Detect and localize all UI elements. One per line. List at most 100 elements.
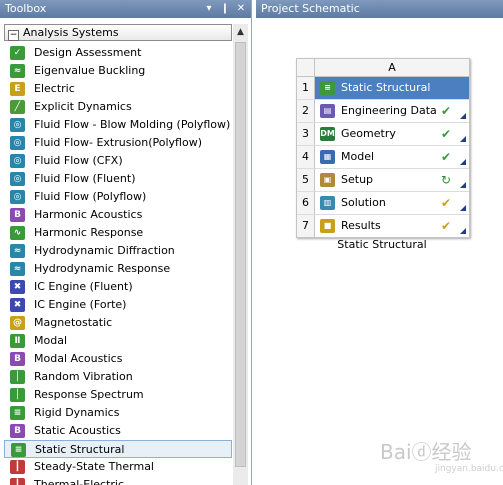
toolbox-item[interactable]: ╱ Explicit Dynamics (4, 98, 232, 116)
toolbox-title-bar: Toolbox ▾ ❙ ✕ (0, 0, 251, 18)
system-cell-row[interactable]: 7 ■ Results ✔ (297, 215, 469, 237)
system-cell-label: Static Structural (341, 81, 431, 94)
toolbox-item[interactable]: ✓ Design Assessment (4, 44, 232, 62)
row-number: 5 (297, 169, 315, 191)
system-cell[interactable]: ▤ Engineering Data ✔ (315, 100, 469, 122)
results-icon: ■ (320, 219, 335, 233)
system-cell-label: Results (341, 219, 381, 232)
collapse-icon[interactable]: − (8, 30, 19, 41)
system-cell[interactable]: ▦ Model ✔ (315, 146, 469, 168)
toolbox-item-label: Rigid Dynamics (34, 406, 120, 419)
toolbox-item[interactable]: ┃ Steady-State Thermal (4, 458, 232, 476)
toolbox-item[interactable]: ┃ Thermal-Electric (4, 476, 232, 485)
toolbox-item[interactable]: B Harmonic Acoustics (4, 206, 232, 224)
eigenvalue-buckling-icon: ≈ (10, 64, 25, 78)
rigid-dynamics-icon: ≡ (10, 406, 25, 420)
watermark: Baiⓓ经验 jingyan.baidu.com (380, 430, 503, 480)
toolbox-scrollbar[interactable]: ▲ (233, 24, 248, 485)
watermark-subtext: jingyan.baidu.com (435, 464, 503, 474)
toolbox-item[interactable]: ≈ Eigenvalue Buckling (4, 62, 232, 80)
system-cell[interactable]: ▣ Setup ↻ (315, 169, 469, 191)
system-cell[interactable]: ≡ Static Structural (315, 77, 469, 99)
setup-icon: ▣ (320, 173, 335, 187)
toolbox-item-label: Fluid Flow (Fluent) (34, 172, 136, 185)
system-cell-row[interactable]: 6 ▥ Solution ✔ (297, 192, 469, 215)
system-cell-label: Engineering Data (341, 104, 437, 117)
system-cell-row[interactable]: 5 ▣ Setup ↻ (297, 169, 469, 192)
toolbox-item-label: Thermal-Electric (34, 478, 125, 485)
toolbox-item[interactable]: Ⅱ Modal (4, 332, 232, 350)
cell-corner-triangle-icon[interactable] (460, 159, 466, 165)
system-cell[interactable]: ▥ Solution ✔ (315, 192, 469, 214)
system-cell-row[interactable]: 3 DM Geometry ✔ (297, 123, 469, 146)
fluid-flow-icon: ◎ (10, 172, 25, 186)
cell-corner-triangle-icon[interactable] (460, 228, 466, 234)
toolbox-item-label: Harmonic Response (34, 226, 144, 239)
analysis-systems-group-header[interactable]: − Analysis Systems (4, 24, 232, 41)
toolbox-item[interactable]: B Static Acoustics (4, 422, 232, 440)
toolbox-item[interactable]: ◎ Fluid Flow (Fluent) (4, 170, 232, 188)
system-label[interactable]: Static Structural (296, 238, 468, 251)
system-cell-label: Geometry (341, 127, 396, 140)
toolbox-item[interactable]: ✖ IC Engine (Forte) (4, 296, 232, 314)
pin-icon[interactable]: ❙ (219, 0, 231, 18)
row-number: 7 (297, 215, 315, 237)
cell-corner-triangle-icon[interactable] (460, 182, 466, 188)
cell-corner-triangle-icon[interactable] (460, 205, 466, 211)
toolbox-item[interactable]: │ Response Spectrum (4, 386, 232, 404)
toolbox-item[interactable]: ∿ Harmonic Response (4, 224, 232, 242)
toolbox-item[interactable]: ✖ IC Engine (Fluent) (4, 278, 232, 296)
system-block[interactable]: A 1 ≡ Static Structural 2 ▤ Engineering Data ✔… (296, 58, 470, 238)
system-cell[interactable]: DM Geometry ✔ (315, 123, 469, 145)
status-icon: ✔ (440, 219, 451, 233)
status-icon: ✔ (440, 196, 451, 210)
scroll-thumb[interactable] (235, 42, 246, 467)
modal-icon: Ⅱ (10, 334, 25, 348)
toolbox-item[interactable]: E Electric (4, 80, 232, 98)
dropdown-arrow-icon[interactable]: ▾ (203, 0, 215, 18)
schematic-title-bar: Project Schematic (256, 0, 503, 18)
toolbox-item[interactable]: ≡ Rigid Dynamics (4, 404, 232, 422)
project-schematic-panel: Project Schematic A 1 ≡ Static Structural 2… (256, 0, 503, 485)
magnetostatic-icon: @ (10, 316, 25, 330)
ic-engine-icon: ✖ (10, 280, 25, 294)
static-acoustics-icon: B (10, 424, 25, 438)
system-cell-row[interactable]: 1 ≡ Static Structural (297, 77, 469, 100)
status-icon: ↻ (440, 173, 451, 187)
toolbox-item[interactable]: ≡ Static Structural (4, 440, 232, 458)
toolbox-item[interactable]: ◎ Fluid Flow - Blow Molding (Polyflow) (4, 116, 232, 134)
row-number: 4 (297, 146, 315, 168)
toolbox-item[interactable]: ≈ Hydrodynamic Response (4, 260, 232, 278)
system-cell-row[interactable]: 2 ▤ Engineering Data ✔ (297, 100, 469, 123)
toolbox-item-label: Random Vibration (34, 370, 133, 383)
toolbox-item[interactable]: @ Magnetostatic (4, 314, 232, 332)
scroll-up-button[interactable]: ▲ (233, 24, 248, 40)
toolbox-item-label: Electric (34, 82, 75, 95)
close-icon[interactable]: ✕ (235, 0, 247, 18)
cell-corner-triangle-icon[interactable] (460, 113, 466, 119)
fluid-flow-icon: ◎ (10, 190, 25, 204)
toolbox-item-label: Modal (34, 334, 67, 347)
random-vibration-icon: │ (10, 370, 25, 384)
cell-corner-triangle-icon[interactable] (460, 136, 466, 142)
system-cell[interactable]: ■ Results ✔ (315, 215, 469, 237)
explicit-dynamics-icon: ╱ (10, 100, 25, 114)
toolbox-item[interactable]: ◎ Fluid Flow (CFX) (4, 152, 232, 170)
toolbox-item-label: Harmonic Acoustics (34, 208, 143, 221)
toolbox-item[interactable]: │ Random Vibration (4, 368, 232, 386)
toolbox-item-label: Eigenvalue Buckling (34, 64, 146, 77)
toolbox-item[interactable]: ◎ Fluid Flow- Extrusion(Polyflow) (4, 134, 232, 152)
harmonic-acoustics-icon: B (10, 208, 25, 222)
column-label: A (315, 59, 469, 77)
toolbox-title-buttons: ▾ ❙ ✕ (203, 0, 247, 18)
toolbox-item[interactable]: ◎ Fluid Flow (Polyflow) (4, 188, 232, 206)
system-cell-row[interactable]: 4 ▦ Model ✔ (297, 146, 469, 169)
thermal-electric-icon: ┃ (10, 478, 25, 485)
toolbox-item[interactable]: B Modal Acoustics (4, 350, 232, 368)
toolbox-title: Toolbox (5, 2, 47, 15)
system-block-rows: 1 ≡ Static Structural 2 ▤ Engineering Data ✔ 3 D… (297, 77, 469, 237)
electric-icon: E (10, 82, 25, 96)
toolbox-item[interactable]: ≈ Hydrodynamic Diffraction (4, 242, 232, 260)
toolbox-panel: Toolbox ▾ ❙ ✕ − Analysis Systems ✓ Design … (0, 0, 252, 485)
fluid-flow-icon: ◎ (10, 136, 25, 150)
